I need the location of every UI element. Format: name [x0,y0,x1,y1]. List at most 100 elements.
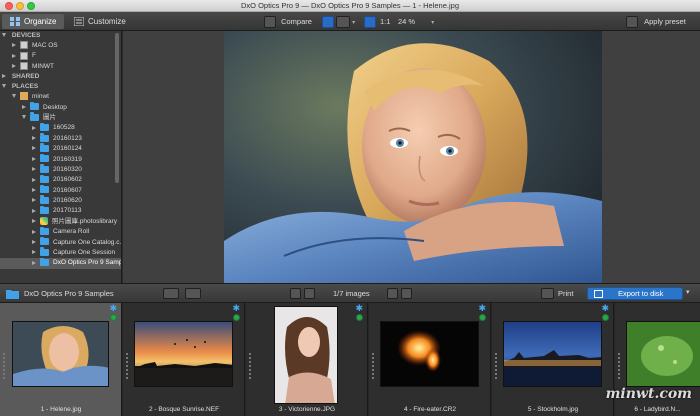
person-icon [322,16,334,29]
zoom-100-button[interactable]: 1:1 [380,15,390,28]
sidebar-item-place[interactable]: 圖片 [0,112,121,123]
disclosure-triangle-icon [2,33,6,38]
disclosure-triangle-icon [12,64,16,69]
disclosure-triangle-icon[interactable] [32,229,36,234]
sidebar-item-place[interactable]: 20160124 [0,143,121,154]
zoom-level-select[interactable]: 24 % ▾ [398,15,434,28]
disclosure-triangle-icon[interactable] [22,104,26,109]
sidebar-item-place[interactable]: 20160320 [0,164,121,175]
export-options-chevron-icon[interactable]: ▾ [686,288,690,296]
single-view-button[interactable] [322,15,334,29]
export-label: Export to disk [618,289,664,298]
disclosure-triangle-icon[interactable] [32,198,36,203]
drive-icon [20,51,28,60]
drag-handle[interactable] [618,353,620,379]
fit-zoom-button[interactable] [364,15,376,29]
sidebar-item-place[interactable]: 20160620 [0,195,121,206]
drag-handle[interactable] [372,353,374,379]
drag-handle[interactable] [3,353,5,379]
disclosure-triangle-icon[interactable] [32,219,36,224]
disclosure-triangle-icon[interactable] [32,146,36,151]
thumbnail-image-ladybird [626,321,700,387]
compare-label: Compare [281,17,312,26]
disclosure-triangle-icon[interactable] [32,136,36,141]
sort-button[interactable] [163,288,179,299]
previous-image-button[interactable] [304,288,315,299]
drive-icon [20,41,28,50]
sidebar-item-place[interactable]: minwt [0,92,121,102]
zoom-chevron-icon: ▾ [431,20,435,26]
sidebar-item-place[interactable]: Capture One Session [0,247,121,258]
minimize-window-button[interactable] [16,2,24,10]
processed-badge-icon [110,314,117,321]
sidebar-item-place[interactable]: 20160607 [0,184,121,196]
sidebar-item-place[interactable]: 20160319 [0,153,121,165]
maximize-window-button[interactable] [27,2,35,10]
sidebar-item-place[interactable]: 照片圖庫.photoslibrary [0,217,121,227]
export-to-disk-button[interactable]: Export to disk [587,287,683,300]
disclosure-triangle-icon[interactable] [22,115,26,120]
disclosure-triangle-icon[interactable] [32,125,36,130]
tab-organize[interactable]: Organize [2,14,65,29]
disclosure-triangle-icon[interactable] [32,187,36,192]
places-section-header[interactable]: PLACES [0,82,121,92]
folder-icon [40,195,49,204]
print-button[interactable]: Print [558,288,573,300]
thumbnail-label: 6 - Ladybird.N... [634,406,681,413]
thumbnail-label: 1 - Helene.jpg [40,406,82,413]
thumbnail[interactable]: ✱ 3 - Victorienne.JPG [246,303,368,416]
sidebar-item-device[interactable]: MAC OS [0,41,121,51]
place-label: Capture One Catalog.c... [53,238,122,246]
disclosure-triangle-icon[interactable] [32,239,36,244]
next-image-button[interactable] [387,288,398,299]
place-label: 20170113 [53,207,82,215]
star-icon: ✱ [601,303,609,313]
place-label: 20160607 [53,186,82,194]
home-icon [20,92,28,101]
disclosure-triangle-icon[interactable] [32,156,36,161]
disclosure-triangle-icon [2,74,6,79]
watermark-logo: minwt.com [605,386,692,402]
place-label: 20160602 [53,176,82,184]
thumbnail[interactable]: ✱ 1 - Helene.jpg [0,303,122,416]
disclosure-triangle-icon[interactable] [32,260,36,265]
shared-section-header[interactable]: SHARED [0,72,121,82]
printer-icon[interactable] [541,288,554,299]
sidebar-item-place[interactable]: 160528 [0,122,121,133]
sidebar-item-place[interactable]: Capture One Catalog.c... [0,236,122,248]
disclosure-triangle-icon[interactable] [32,250,36,255]
sidebar-item-place[interactable]: Desktop [0,101,121,113]
apply-preset-button[interactable]: Apply preset [626,15,686,29]
drag-handle[interactable] [495,353,497,379]
thumbnail[interactable]: ✱ 2 - Bosque Sunrise.NEF [123,303,245,416]
multi-view-button[interactable]: ▾ [336,15,355,29]
sidebar-item-place[interactable]: 20160602 [0,174,121,185]
place-label: 160528 [53,124,75,132]
drag-handle[interactable] [126,353,128,379]
thumbnail-label: 3 - Victorienne.JPG [278,406,336,413]
first-image-button[interactable] [290,288,301,299]
disclosure-triangle-icon[interactable] [32,167,36,172]
devices-section-header[interactable]: DEVICES [0,31,121,41]
last-image-button[interactable] [401,288,412,299]
sidebar-item-device[interactable]: MINWT [0,62,121,72]
thumbnail[interactable]: ✱ 4 - Fire-eater.CR2 [369,303,491,416]
sidebar-item-device[interactable]: F [0,51,121,61]
disclosure-triangle-icon[interactable] [12,94,16,99]
sidebar-item-place[interactable]: Camera Roll [0,226,121,237]
thumbnail[interactable]: ✱ 5 - Stockholm.jpg [492,303,614,416]
place-label: minwt [32,93,49,101]
disclosure-triangle-icon[interactable] [32,208,36,213]
tab-customize[interactable]: Customize [66,14,134,29]
drag-handle[interactable] [249,353,251,379]
sidebar-item-place[interactable]: 20170113 [0,205,121,216]
sidebar-item-place[interactable]: DxO Optics Pro 9 Samp... [0,257,121,269]
close-window-button[interactable] [5,2,13,10]
main-photo[interactable] [224,31,602,283]
disclosure-triangle-icon[interactable] [32,177,36,182]
window-title: DxO Optics Pro 9 — DxO Optics Pro 9 Samp… [241,1,459,10]
sidebar-item-place[interactable]: 20160123 [0,133,121,144]
filter-button[interactable] [185,288,201,299]
image-viewer[interactable] [123,31,700,283]
compare-button[interactable]: Compare [264,15,312,29]
